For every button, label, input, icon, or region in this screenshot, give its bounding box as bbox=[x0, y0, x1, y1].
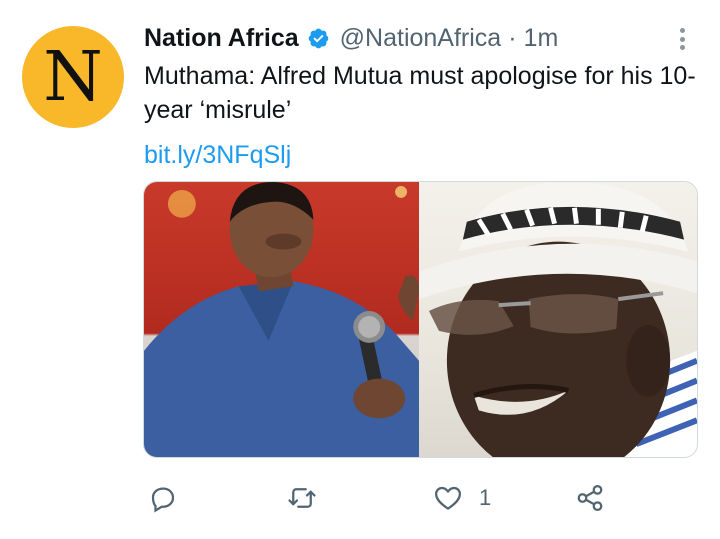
tweet-text: Muthama: Alfred Mutua must apologise for… bbox=[144, 62, 696, 124]
tweet[interactable]: N Nation Africa @NationAfrica · 1m Mutha… bbox=[0, 0, 720, 539]
separator-dot: · bbox=[508, 24, 517, 52]
author-handle[interactable]: @NationAfrica bbox=[340, 22, 502, 54]
tweet-link[interactable]: bit.ly/3NFqSlj bbox=[144, 138, 291, 172]
author-name[interactable]: Nation Africa bbox=[144, 22, 299, 54]
photo-man-with-microphone[interactable] bbox=[144, 182, 419, 457]
reply-button[interactable] bbox=[148, 478, 178, 518]
like-count: 1 bbox=[479, 485, 492, 510]
verified-badge-icon bbox=[308, 28, 328, 48]
more-options-icon[interactable] bbox=[669, 26, 695, 52]
retweet-button[interactable] bbox=[287, 478, 317, 518]
like-button[interactable]: 1 bbox=[433, 478, 491, 518]
heart-icon bbox=[435, 486, 461, 510]
avatar[interactable]: N bbox=[22, 26, 124, 128]
tweet-actions: 1 bbox=[0, 478, 720, 518]
tweet-header: Nation Africa @NationAfrica · 1m bbox=[144, 22, 558, 54]
tweet-timestamp[interactable]: 1m bbox=[524, 22, 559, 54]
reply-icon bbox=[151, 487, 175, 513]
retweet-icon bbox=[288, 488, 316, 508]
photo-man-in-white-hat[interactable] bbox=[419, 182, 697, 457]
tweet-media[interactable] bbox=[143, 181, 698, 458]
share-button[interactable] bbox=[575, 478, 605, 518]
avatar-logo-letter: N bbox=[43, 38, 103, 117]
share-icon bbox=[577, 485, 603, 511]
